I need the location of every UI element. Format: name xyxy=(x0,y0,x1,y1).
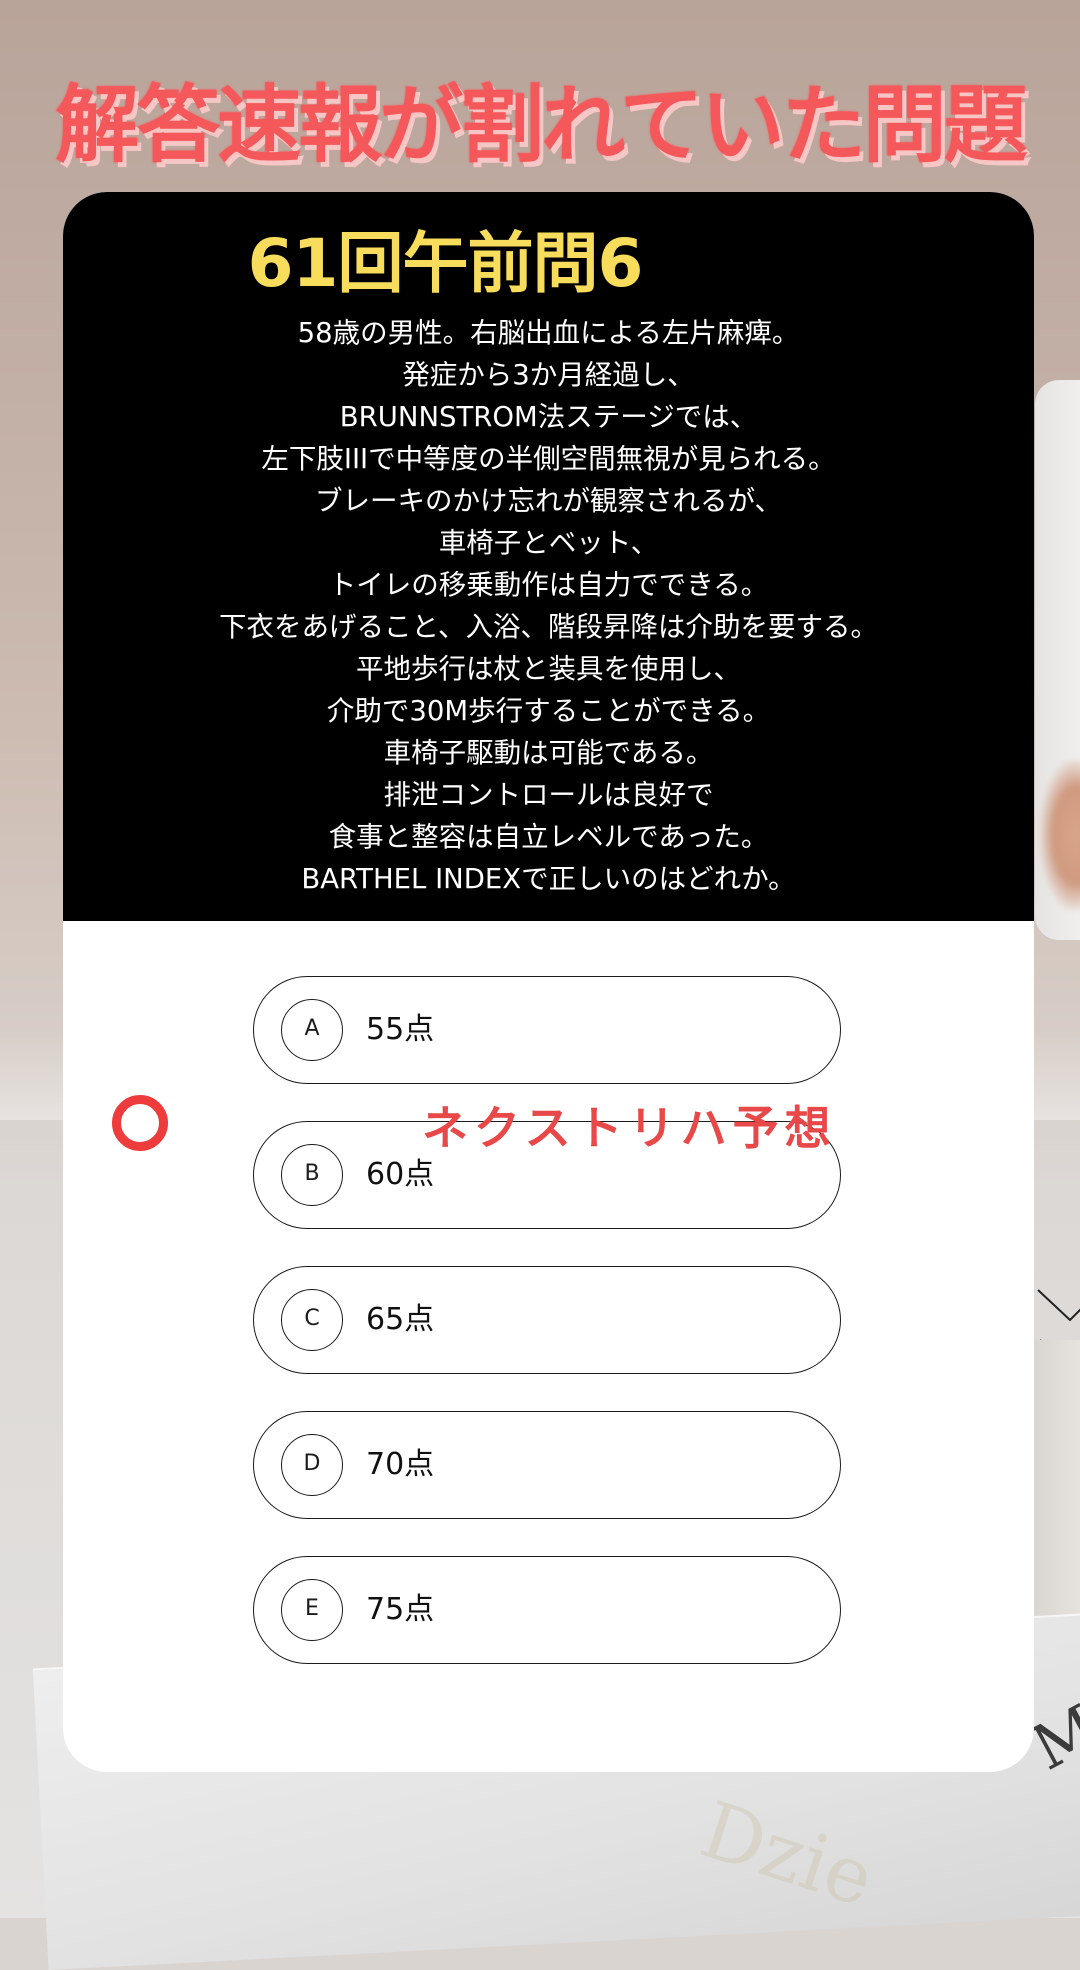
option-letter: B xyxy=(281,1144,343,1206)
question-line: 平地歩行は杖と装具を使用し、 xyxy=(356,653,741,685)
question-line: BARTHEL INDEXで正しいのはどれか。 xyxy=(301,863,796,895)
question-line: 食事と整容は自立レベルであった。 xyxy=(328,821,769,853)
option-a[interactable]: A 55点 xyxy=(253,976,841,1084)
question-panel: 61回午前問6 58歳の男性。右脳出血による左片麻痺。 発症から3か月経過し、 … xyxy=(63,192,1034,921)
option-value: 65点 xyxy=(366,1302,435,1337)
headline: 解答速報が割れていた問題 xyxy=(55,76,1027,174)
option-value: 70点 xyxy=(366,1447,435,1482)
question-line: 車椅子とベット、 xyxy=(438,527,659,559)
question-line: ブレーキのかけ忘れが観察されるが、 xyxy=(315,485,782,517)
question-number: 61回午前問6 xyxy=(247,225,644,302)
option-c[interactable]: C 65点 xyxy=(253,1266,841,1374)
option-letter: C xyxy=(281,1289,343,1351)
background-dried-flower xyxy=(1040,760,1080,910)
option-letter: A xyxy=(281,999,343,1061)
question-line: 左下肢IIIで中等度の半側空間無視が見られる。 xyxy=(261,443,836,475)
question-card: 61回午前問6 58歳の男性。右脳出血による左片麻痺。 発症から3か月経過し、 … xyxy=(63,192,1034,1772)
option-letter: E xyxy=(281,1579,343,1641)
option-letter: D xyxy=(281,1434,343,1496)
question-line: トイレの移乗動作は自力でできる。 xyxy=(328,569,769,601)
question-line: 車椅子駆動は可能である。 xyxy=(383,737,714,769)
question-line: 排泄コントロールは良好で xyxy=(383,779,714,811)
question-line: 下衣をあげること、入浴、階段昇降は介助を要する。 xyxy=(219,611,878,643)
option-value: 75点 xyxy=(366,1592,435,1627)
option-e[interactable]: E 75点 xyxy=(253,1556,841,1664)
question-line: 58歳の男性。右脳出血による左片麻痺。 xyxy=(297,317,800,349)
question-line: BRUNNSTROM法ステージでは、 xyxy=(339,401,758,433)
option-d[interactable]: D 70点 xyxy=(253,1411,841,1519)
correct-answer-circle-icon xyxy=(112,1095,168,1151)
question-line: 発症から3か月経過し、 xyxy=(402,359,695,391)
question-text: 58歳の男性。右脳出血による左片麻痺。 発症から3か月経過し、 BRUNNSTR… xyxy=(63,312,1034,900)
question-line: 介助で30M歩行することができる。 xyxy=(326,695,771,727)
option-value: 55点 xyxy=(366,1012,435,1047)
prediction-label: ネクストリハ予想 xyxy=(422,1101,837,1155)
